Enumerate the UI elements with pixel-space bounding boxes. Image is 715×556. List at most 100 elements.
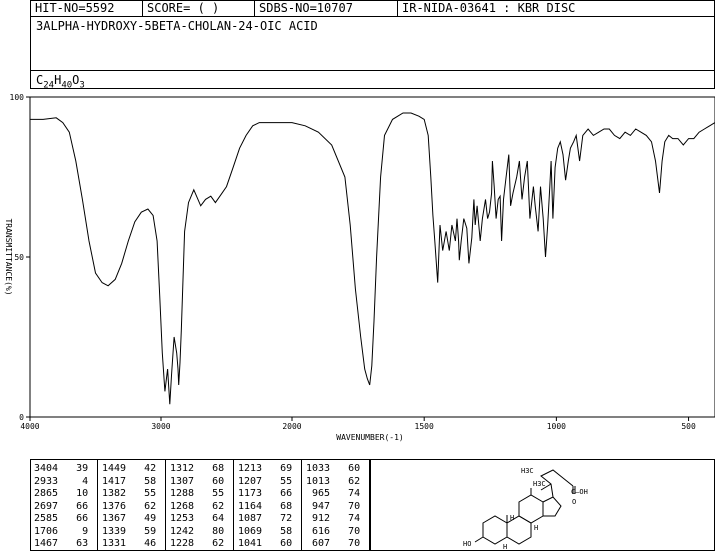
peak-transmittance: 49 [138, 513, 157, 524]
column-divider [233, 460, 234, 550]
peak-transmittance: 60 [206, 475, 225, 487]
peak-wavenumber: 1242 [170, 525, 195, 537]
peak-row: 947 70 [306, 501, 360, 514]
label-acid: C—OH [571, 488, 588, 496]
peak-transmittance: 74 [342, 488, 361, 499]
peak-wavenumber: 1228 [170, 538, 195, 549]
peak-row: 1213 69 [238, 463, 292, 476]
peak-row: 1041 60 [238, 538, 292, 551]
hit-number: HIT-NO=5592 [31, 1, 143, 16]
peak-row: 1339 59 [102, 526, 156, 539]
peak-row: 1242 80 [170, 526, 224, 539]
peak-row: 1033 60 [306, 463, 360, 476]
peak-wavenumber: 1449 [102, 463, 127, 474]
peak-row: 1312 68 [170, 463, 224, 476]
peak-row: 965 74 [306, 488, 360, 501]
peak-wavenumber: 2585 [34, 513, 59, 524]
label-carbonyl-o: O [572, 498, 576, 506]
peak-row: 1449 42 [102, 463, 156, 476]
peak-wavenumber: 1382 [102, 488, 127, 499]
peak-row: 3404 39 [34, 463, 88, 476]
peak-transmittance: 68 [274, 500, 293, 512]
peak-wavenumber: 1331 [102, 538, 127, 549]
peak-transmittance: 66 [70, 500, 89, 512]
peak-row: 1417 58 [102, 476, 156, 489]
peak-row: 1228 62 [170, 538, 224, 551]
peak-row: 1087 72 [238, 513, 292, 526]
ir-spectrum-chart: 4000 3000 2000 1500 1000 500 0 50 100 WAVENUMBER… [0, 90, 715, 445]
molecular-formula: C24H40O3 [36, 73, 85, 90]
peak-transmittance: 55 [274, 475, 293, 487]
peak-wavenumber: 1268 [170, 500, 195, 512]
molecule-structure: H3C H3C C—OH O HO H H H [463, 467, 588, 551]
peak-transmittance: 70 [342, 525, 361, 537]
peak-transmittance: 55 [138, 488, 157, 499]
peak-wavenumber: 1013 [306, 475, 331, 487]
peak-wavenumber: 947 [306, 500, 331, 512]
compound-name-box: 3ALPHA-HYDROXY-5BETA-CHOLAN-24-OIC ACID [30, 16, 715, 71]
peak-transmittance: 46 [138, 538, 157, 549]
formula-box: C24H40O3 [30, 70, 715, 90]
peak-wavenumber: 1041 [238, 538, 263, 549]
column-divider [165, 460, 166, 550]
peak-transmittance: 72 [274, 513, 293, 524]
x-tick-label: 1000 [547, 422, 566, 431]
peak-wavenumber: 912 [306, 513, 331, 524]
peak-wavenumber: 1033 [306, 463, 331, 474]
peak-row: 1069 58 [238, 526, 292, 539]
sdbs-number: SDBS-NO=10707 [255, 1, 398, 16]
spectrum-line [30, 112, 715, 405]
spectrum-svg: 4000 3000 2000 1500 1000 500 0 50 100 WAVENUMBER… [4, 93, 715, 442]
peak-row: 2865 10 [34, 488, 88, 501]
label-h2: H [534, 524, 538, 532]
label-h3: H [503, 543, 507, 551]
peak-transmittance: 63 [70, 538, 89, 549]
peak-row: 1467 63 [34, 538, 88, 551]
peak-row: 607 70 [306, 538, 360, 551]
peak-wavenumber: 616 [306, 525, 331, 537]
peak-wavenumber: 1213 [238, 463, 263, 474]
header-bar: HIT-NO=5592 SCORE= ( ) SDBS-NO=10707 IR-… [30, 0, 715, 17]
score-field: SCORE= ( ) [143, 1, 255, 16]
column-divider [301, 460, 302, 550]
peak-transmittance: 74 [342, 513, 361, 524]
peak-transmittance: 58 [138, 475, 157, 487]
peak-wavenumber: 1706 [34, 525, 59, 537]
peak-row: 1164 68 [238, 501, 292, 514]
peak-wavenumber: 2697 [34, 500, 59, 512]
peak-transmittance: 55 [206, 488, 225, 499]
peak-row: 2697 66 [34, 501, 88, 514]
peak-wavenumber: 2865 [34, 488, 59, 499]
peak-wavenumber: 1087 [238, 513, 263, 524]
peak-transmittance: 39 [70, 463, 89, 474]
peak-column: 1312 68 1307 60 1288 55 1268 62 1253 64 1242 … [170, 463, 224, 551]
label-hydroxyl: HO [463, 540, 471, 548]
peak-wavenumber: 1417 [102, 475, 127, 487]
plot-frame [29, 96, 715, 418]
peak-row: 616 70 [306, 526, 360, 539]
peak-transmittance: 70 [342, 538, 361, 549]
x-tick-label: 3000 [151, 422, 170, 431]
peak-transmittance: 9 [70, 525, 89, 537]
peak-table: 3404 39 2933 4 2865 10 2697 66 2585 66 1706 9… [30, 459, 370, 551]
label-methyl-top: H3C [521, 467, 534, 475]
peak-transmittance: 69 [274, 463, 293, 474]
ir-identifier: IR-NIDA-03641 : KBR DISC [402, 1, 576, 15]
peak-transmittance: 62 [206, 500, 225, 512]
peak-column: 1033 60 1013 62 965 74 947 70 912 74 616 … [306, 463, 360, 551]
peak-row: 2933 4 [34, 476, 88, 489]
peak-row: 1382 55 [102, 488, 156, 501]
peak-wavenumber: 1173 [238, 488, 263, 499]
peak-transmittance: 68 [206, 463, 225, 474]
peak-wavenumber: 1339 [102, 525, 127, 537]
y-axis-label: TRANSMITTANCE(%) [4, 218, 13, 295]
peak-transmittance: 10 [70, 488, 89, 499]
peak-wavenumber: 1207 [238, 475, 263, 487]
peak-transmittance: 66 [70, 513, 89, 524]
peak-wavenumber: 1164 [238, 500, 263, 512]
x-tick-label: 1500 [415, 422, 434, 431]
peak-row: 1376 62 [102, 501, 156, 514]
x-tick-label: 500 [681, 422, 696, 431]
x-tick-label: 4000 [20, 422, 39, 431]
y-tick-label: 100 [10, 93, 25, 102]
